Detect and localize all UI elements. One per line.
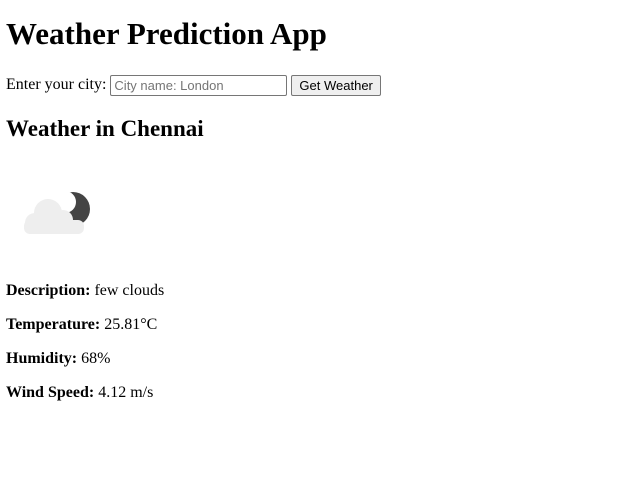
- app-title: Weather Prediction App: [6, 16, 327, 51]
- humidity-label: Humidity:: [6, 350, 78, 367]
- city-label: Enter your city:: [6, 76, 107, 93]
- city-input[interactable]: [110, 74, 288, 96]
- description-value: few clouds: [94, 282, 165, 299]
- temperature-row: Temperature: 25.81°C: [6, 315, 157, 335]
- humidity-value: 68%: [81, 350, 111, 367]
- humidity-row: Humidity: 68%: [6, 349, 110, 369]
- few-clouds-night-icon: [24, 191, 90, 234]
- weather-heading: Weather in Chennai: [6, 116, 204, 141]
- wind-speed-label: Wind Speed:: [6, 384, 95, 401]
- get-weather-button[interactable]: Get Weather: [291, 74, 381, 96]
- temperature-label: Temperature:: [6, 316, 101, 333]
- description-row: Description: few clouds: [6, 281, 164, 301]
- wind-speed-row: Wind Speed: 4.12 m/s: [6, 383, 153, 403]
- city-search-form: Enter your city: Get Weather: [6, 74, 381, 96]
- wind-speed-value: 4.12 m/s: [98, 384, 154, 401]
- temperature-value: 25.81°C: [104, 316, 158, 333]
- description-label: Description:: [6, 282, 91, 299]
